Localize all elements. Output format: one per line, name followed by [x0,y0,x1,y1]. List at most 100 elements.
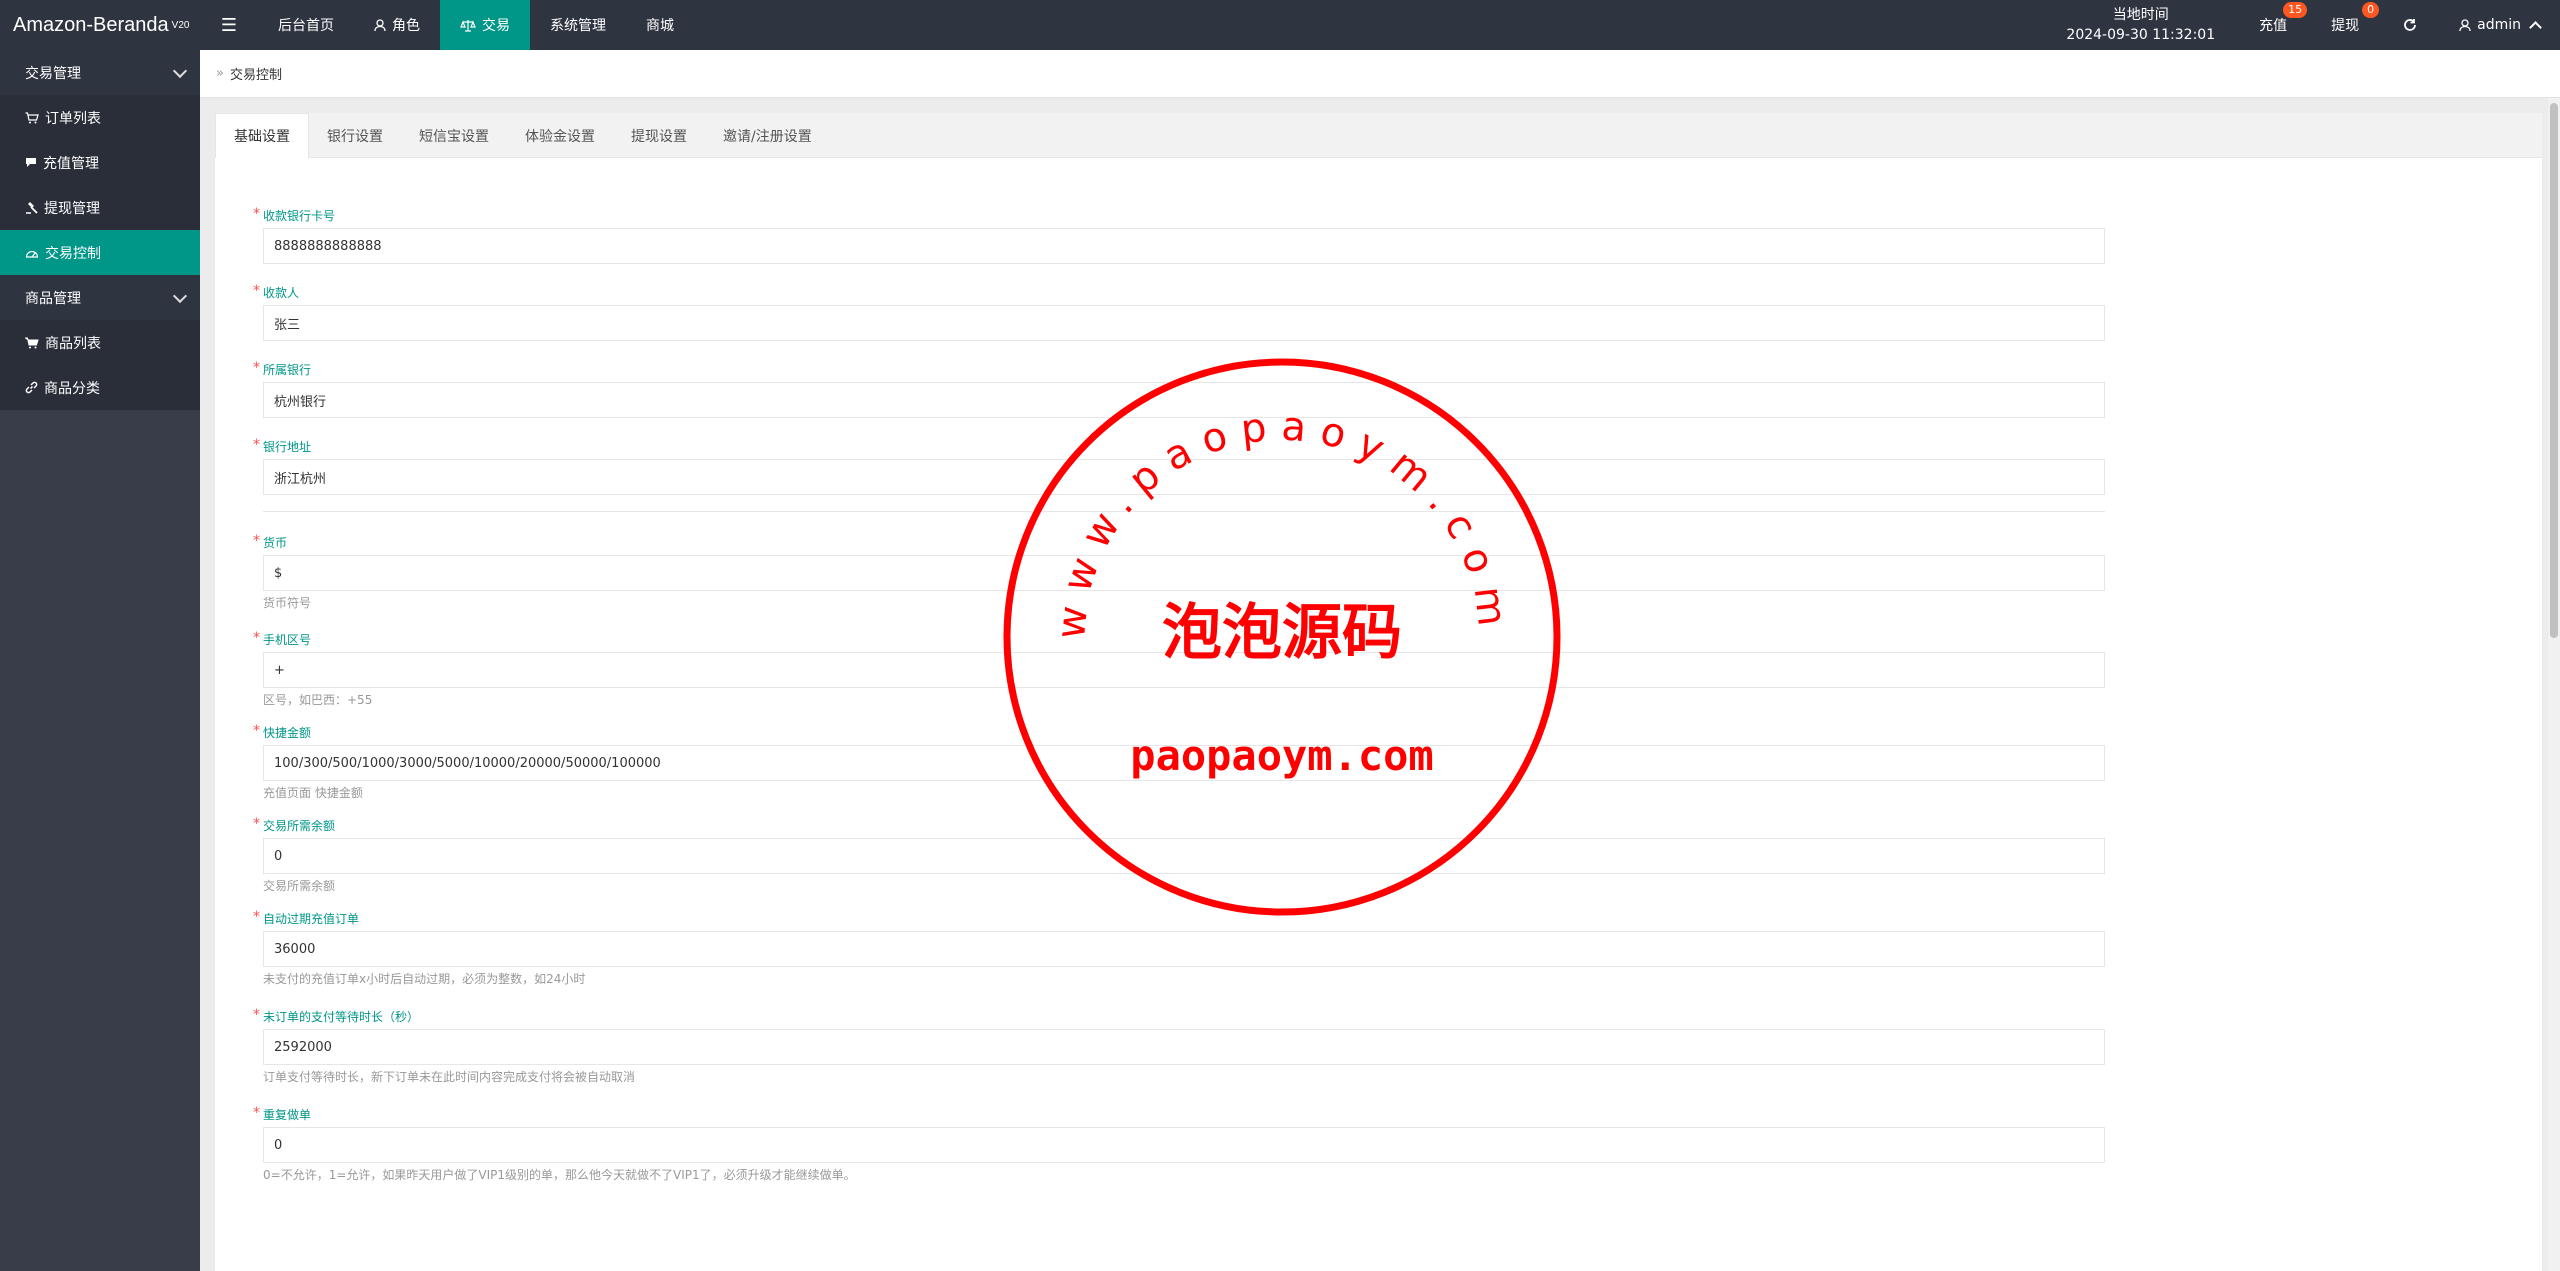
topnav-role-label: 角色 [392,18,420,34]
page-scrollbar[interactable] [2548,98,2560,1271]
sidebar-item-label: 商品列表 [45,335,101,352]
field-label-text: 货币 [263,536,288,550]
sidebar-item-label: 充值管理 [43,155,99,172]
brand-version: V20 [171,19,190,31]
field-quick-amount: * 快捷金额 100/300/500/1000/3000/5000/10000/2… [253,723,2107,802]
field-trade-balance: * 交易所需余额 0 交易所需余额 [253,816,2107,895]
payee-input[interactable]: 张三 [263,305,2105,341]
field-help: 充值页面 快捷金额 [263,786,363,800]
field-label: * 银行地址 [253,437,312,454]
payment-wait-input[interactable]: 2592000 [263,1029,2105,1065]
cart-icon [25,111,39,123]
local-clock: 当地时间 2024-09-30 11:32:01 [2044,5,2237,45]
breadcrumb: » 交易控制 [200,50,2560,98]
topnav-system[interactable]: 系统管理 [530,0,626,50]
phone-code-input[interactable]: + [263,652,2105,688]
double-chevron-icon: » [216,66,224,81]
sidebar-group-goods[interactable]: 商品管理 [0,275,200,320]
hamburger-icon: ☰ [220,14,238,36]
tab-withdraw[interactable]: 提现设置 [613,114,705,157]
clock-value: 2024-09-30 11:32:01 [2066,27,2216,43]
basic-settings-form: * 收款银行卡号 8888888888888 * 收款人 张三 * 所属银行 杭州银行… [253,206,2107,1184]
topnav-mall-label: 商城 [646,18,674,34]
field-help: 订单支付等待时长，新下订单未在此时间内容完成支付将会被自动取消 [263,1070,636,1084]
sidebar-item-recharge[interactable]: 充值管理 [0,140,200,185]
topnav-role[interactable]: 角色 [354,0,440,50]
sidebar-item-withdraw[interactable]: 提现管理 [0,185,200,230]
field-currency: * 货币 $ 货币符号 [253,533,2107,612]
trade-balance-input[interactable]: 0 [263,838,2105,874]
field-label: * 快捷金额 [253,723,312,740]
field-label-text: 手机区号 [263,633,312,647]
field-label-text: 快捷金额 [263,726,312,740]
section-divider [263,511,2105,512]
field-label: * 收款银行卡号 [253,206,336,223]
field-help: 货币符号 [263,596,312,610]
field-label: * 手机区号 [253,630,312,647]
field-help: 0=不允许，1=允许，如果昨天用户做了VIP1级别的单，那么他今天就做不了VIP… [263,1168,856,1182]
field-bank-name: * 所属银行 杭州银行 [253,360,2107,418]
sidebar-item-goods-list[interactable]: 商品列表 [0,320,200,365]
clock-label: 当地时间 [2112,7,2169,23]
sidebar-item-orders[interactable]: 订单列表 [0,95,200,140]
link-icon [25,381,38,394]
user-menu[interactable]: admin [2439,0,2560,50]
topnav-home[interactable]: 后台首页 [258,0,354,50]
field-label: * 收款人 [253,283,300,300]
field-bank-address: * 银行地址 浙江杭州 [253,437,2107,495]
bank-card-input[interactable]: 8888888888888 [263,228,2105,264]
settings-tabs: 基础设置 银行设置 短信宝设置 体验金设置 提现设置 邀请/注册设置 [215,113,2542,158]
sidebar-item-label: 交易控制 [45,245,101,262]
top-right-area: 当地时间 2024-09-30 11:32:01 充值 15 提现 0 admi… [2044,0,2560,50]
tab-bank[interactable]: 银行设置 [309,114,401,157]
sidebar-group-label: 商品管理 [25,290,81,307]
menu-toggle-button[interactable]: ☰ [200,0,258,50]
sidebar-item-goods-category[interactable]: 商品分类 [0,365,200,410]
brand-logo[interactable]: Amazon-Beranda V20 [0,0,200,50]
auto-expire-input[interactable]: 36000 [263,931,2105,967]
topnav-system-label: 系统管理 [550,18,606,34]
quick-amount-input[interactable]: 100/300/500/1000/3000/5000/10000/20000/5… [263,745,2105,781]
sidebar-group-label: 交易管理 [25,65,81,82]
dashboard-icon [25,250,39,258]
field-label: * 未订单的支付等待时长（秒） [253,1007,420,1024]
sidebar: 交易管理 订单列表 充值管理 提现管理 交易控制 商品管理 商品列表 商品分类 [0,50,200,1271]
gavel-icon [26,202,38,214]
currency-input[interactable]: $ [263,555,2105,591]
topnav-mall[interactable]: 商城 [626,0,694,50]
repeat-order-input[interactable]: 0 [263,1127,2105,1163]
tab-sms[interactable]: 短信宝设置 [401,114,507,157]
field-bank-card: * 收款银行卡号 8888888888888 [253,206,2107,264]
sidebar-group-trade[interactable]: 交易管理 [0,50,200,95]
comment-icon [26,158,36,167]
withdraw-link[interactable]: 提现 0 [2309,0,2381,50]
user-icon [374,18,386,31]
withdraw-label: 提现 [2331,18,2360,34]
field-help: 交易所需余额 [263,879,336,893]
refresh-button[interactable] [2381,0,2439,50]
tab-trial-fund[interactable]: 体验金设置 [507,114,613,157]
user-name: admin [2477,17,2521,33]
topnav-trade[interactable]: 交易 [440,0,530,50]
field-help: 未支付的充值订单x小时后自动过期，必须为整数，如24小时 [263,972,586,986]
field-label-text: 未订单的支付等待时长（秒） [263,1010,420,1024]
field-auto-expire: * 自动过期充值订单 36000 未支付的充值订单x小时后自动过期，必须为整数，如… [253,909,2107,988]
bank-name-input[interactable]: 杭州银行 [263,382,2105,418]
settings-card: 基础设置 银行设置 短信宝设置 体验金设置 提现设置 邀请/注册设置 * 收款银行… [215,113,2542,1271]
bank-address-input[interactable]: 浙江杭州 [263,459,2105,495]
refresh-icon [2404,19,2417,31]
tab-invite-register[interactable]: 邀请/注册设置 [705,114,830,157]
brand-name: Amazon-Beranda [13,13,169,36]
field-label-text: 交易所需余额 [263,819,336,833]
field-label: * 自动过期充值订单 [253,909,360,926]
field-label: * 所属银行 [253,360,312,377]
field-label: * 货币 [253,533,288,550]
breadcrumb-current[interactable]: 交易控制 [230,64,282,83]
recharge-link[interactable]: 充值 15 [2237,0,2309,50]
field-label-text: 重复做单 [263,1108,312,1122]
sidebar-item-trade-control[interactable]: 交易控制 [0,230,200,275]
tab-basic[interactable]: 基础设置 [215,113,309,158]
top-bar: Amazon-Beranda V20 ☰ 后台首页 角色 交易 系统管理 商城 当… [0,0,2560,50]
scrollbar-thumb[interactable] [2550,103,2558,638]
chevron-down-icon [172,288,188,303]
